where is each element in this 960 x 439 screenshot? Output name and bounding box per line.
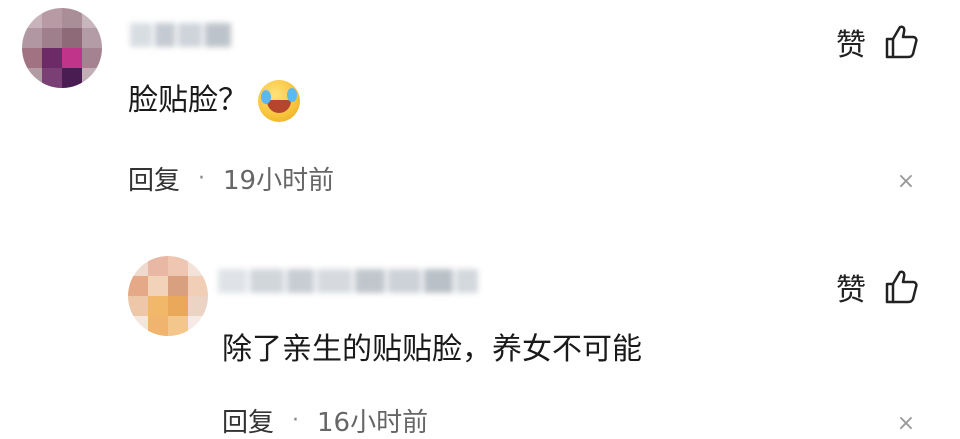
comment-meta: 回复 · 16小时前 [222,402,428,439]
like-button[interactable]: 赞 [836,20,918,64]
comment-text-label: 脸贴脸？ [128,83,248,118]
comment-text-label: 除了亲生的贴贴脸，养女不可能 [222,332,642,367]
comment-text: 除了亲生的贴贴脸，养女不可能 [222,330,642,370]
laughing-crying-emoji-icon [258,80,300,122]
close-icon[interactable]: × [895,171,917,193]
comment-text: 脸贴脸？ [128,80,300,122]
thumbs-up-icon [885,25,918,59]
avatar[interactable] [128,256,208,336]
timestamp: 19小时前 [223,166,335,196]
separator: · [292,408,300,433]
separator: · [198,166,206,191]
close-icon[interactable]: × [895,413,917,435]
like-button[interactable]: 赞 [836,265,918,309]
avatar[interactable] [22,8,102,88]
like-label: 赞 [836,28,866,63]
reply-button[interactable]: 回复 [222,402,274,439]
username-blurred[interactable] [218,266,478,296]
username-blurred[interactable] [130,20,235,50]
like-label: 赞 [836,273,866,308]
timestamp: 16小时前 [317,408,429,438]
thumbs-up-icon [885,270,918,304]
comment-meta: 回复 · 19小时前 [128,160,334,197]
reply-button[interactable]: 回复 [128,160,180,197]
